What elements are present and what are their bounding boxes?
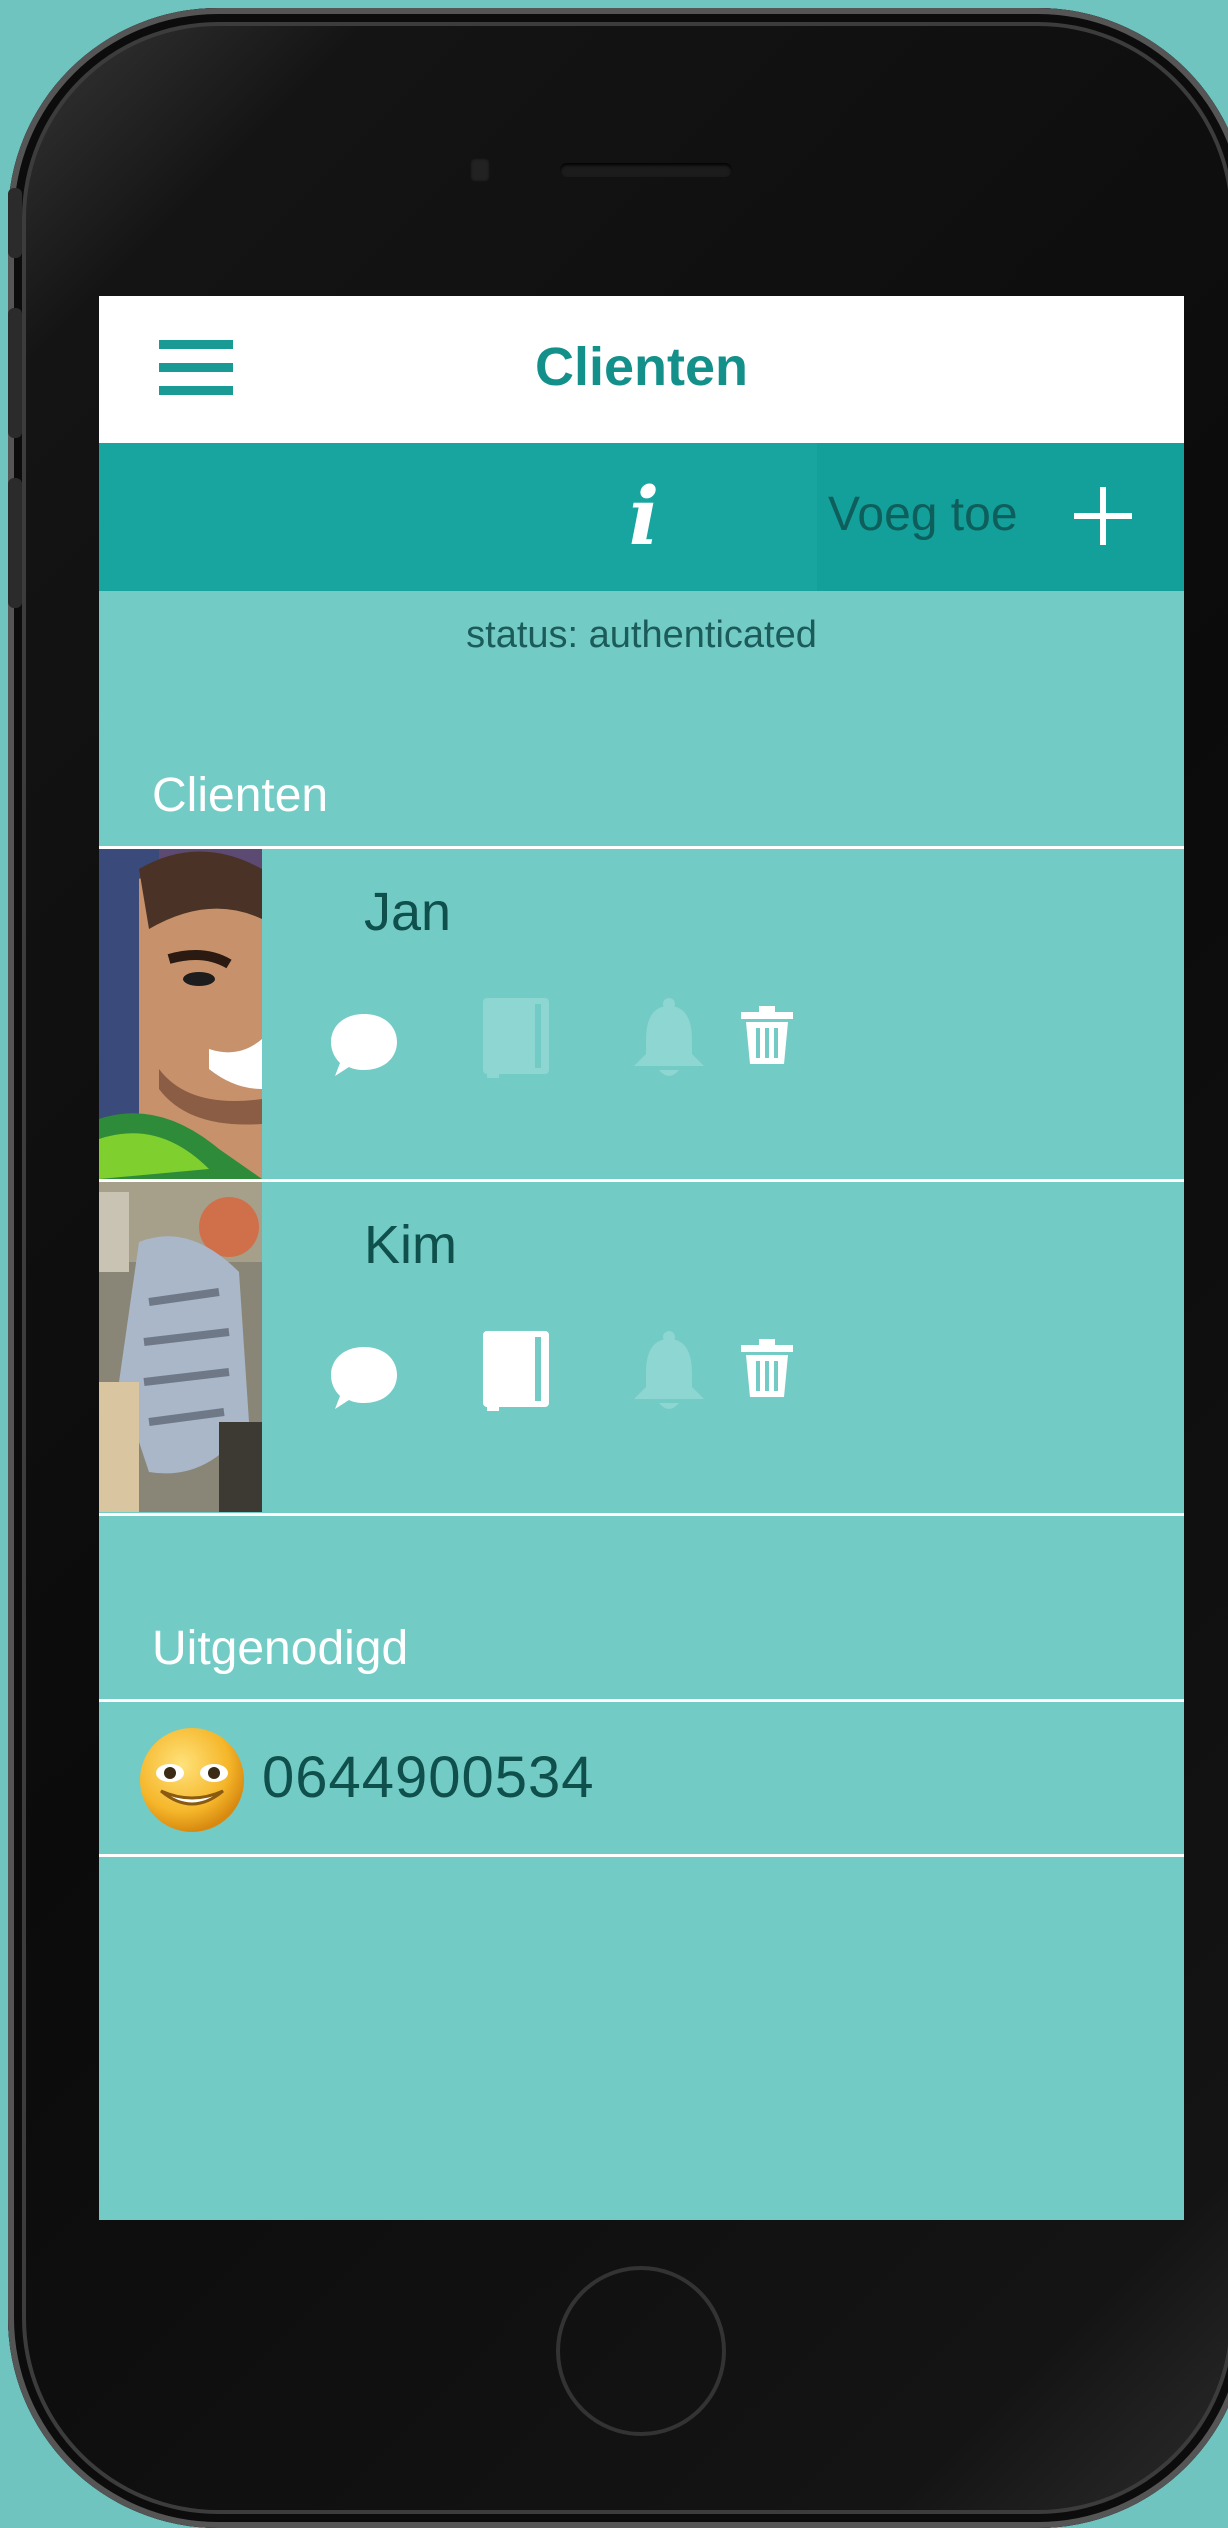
toolbar: i Voeg toe <box>99 443 1184 591</box>
invited-section-heading: Uitgenodigd <box>152 1622 409 1675</box>
client-name: Jan <box>364 882 452 942</box>
status-text: status: authenticated <box>466 614 817 656</box>
bell-icon[interactable] <box>626 1329 712 1420</box>
divider <box>99 1854 1184 1857</box>
invited-phone-number: 0644900534 <box>262 1745 595 1810</box>
invited-row[interactable]: 0644900534 <box>99 1702 1184 1850</box>
book-icon[interactable] <box>481 996 551 1085</box>
add-button-label: Voeg toe <box>828 488 1018 541</box>
volume-up-button <box>8 308 22 438</box>
app-header: Clienten <box>99 296 1184 443</box>
page-title: Clienten <box>534 337 749 397</box>
add-client-button[interactable]: Voeg toe <box>817 443 1184 591</box>
book-icon[interactable] <box>481 1329 551 1418</box>
volume-down-button <box>8 478 22 608</box>
clients-section-heading: Clienten <box>152 769 329 822</box>
mute-switch <box>8 188 22 258</box>
info-icon[interactable]: i <box>619 471 669 561</box>
avatar <box>99 849 262 1179</box>
avatar <box>99 1182 262 1512</box>
client-row-jan[interactable]: Jan <box>99 846 1184 1179</box>
chat-bubble-icon[interactable] <box>327 1008 401 1087</box>
divider <box>99 1513 1184 1516</box>
plus-icon <box>1074 487 1132 545</box>
chat-bubble-icon[interactable] <box>327 1341 401 1420</box>
earpiece-speaker <box>560 163 732 177</box>
app-screen: Clienten i Voeg toe status: authenticate… <box>99 296 1184 2220</box>
trash-icon[interactable] <box>741 1339 793 1404</box>
client-name: Kim <box>364 1215 457 1275</box>
front-camera <box>470 158 490 182</box>
client-row-kim[interactable]: Kim <box>99 1179 1184 1512</box>
home-button[interactable] <box>556 2266 726 2436</box>
smiley-emoji-icon <box>137 1725 247 1835</box>
trash-icon[interactable] <box>741 1006 793 1071</box>
bell-icon[interactable] <box>626 996 712 1087</box>
